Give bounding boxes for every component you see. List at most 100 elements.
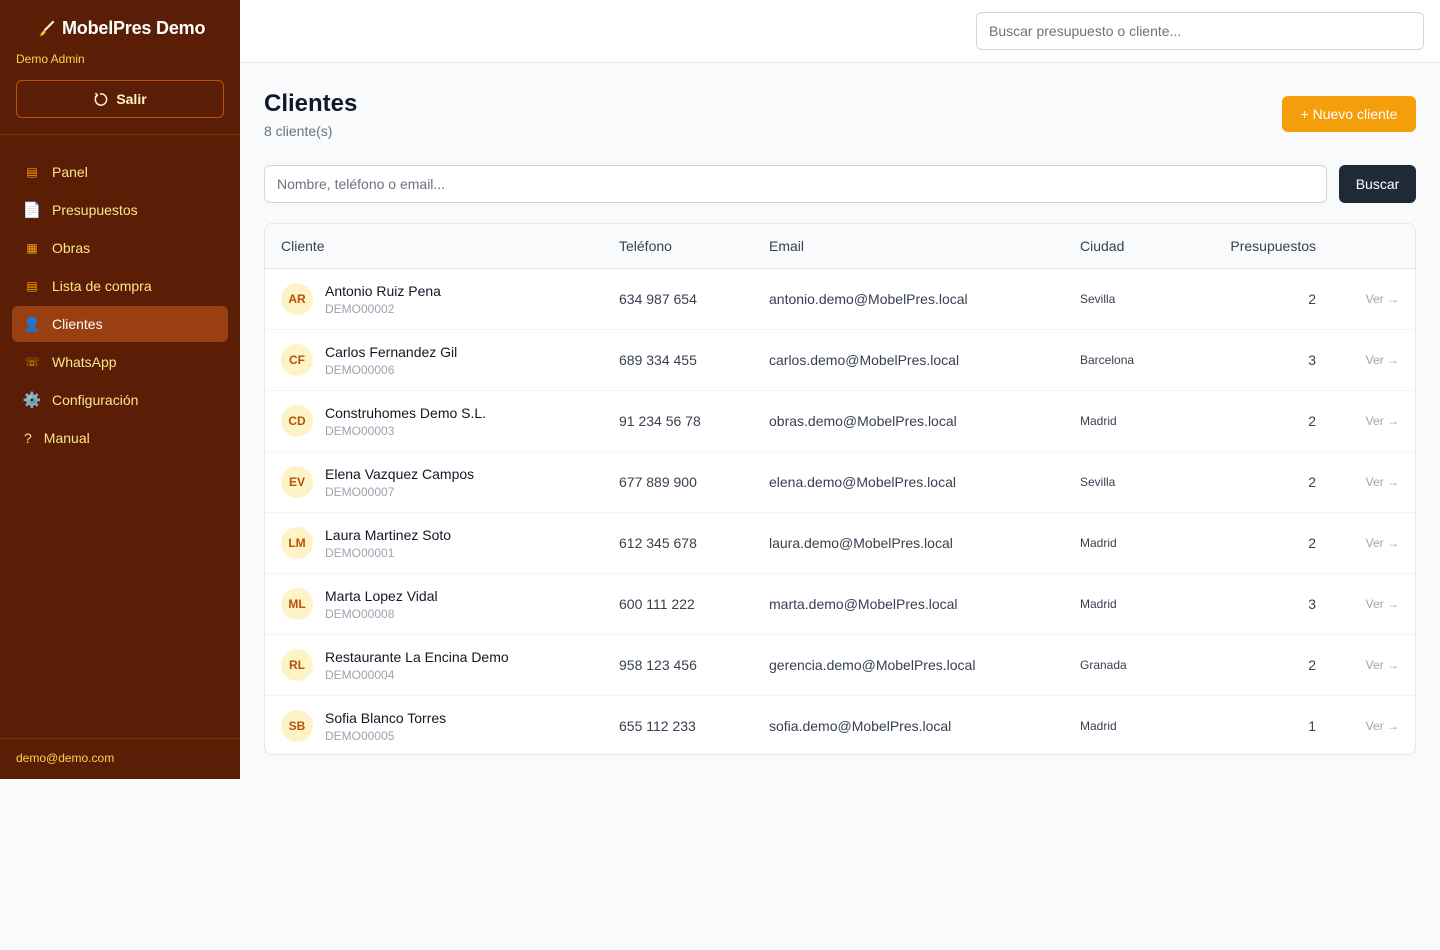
table-row[interactable]: AR Antonio Ruiz Pena DEMO00002 634 987 654 a… <box>265 269 1415 330</box>
brush-icon <box>40 20 55 36</box>
list-icon: ▤ <box>26 279 38 293</box>
client-email: obras.demo@MobelPres.local <box>769 413 957 429</box>
quote-count: 3 <box>1308 596 1316 612</box>
client-name[interactable]: Laura Martinez Soto <box>325 527 451 543</box>
client-phone: 600 111 222 <box>619 596 695 612</box>
view-client-link[interactable]: Ver → <box>1366 658 1399 672</box>
client-city: Madrid <box>1080 414 1117 428</box>
brand-name: MobelPres Demo <box>62 18 206 38</box>
view-client-link[interactable]: Ver → <box>1366 597 1399 611</box>
client-city: Madrid <box>1080 597 1117 611</box>
sidebar-item-manual[interactable]: ? Manual <box>12 420 228 456</box>
view-client-link[interactable]: Ver → <box>1366 719 1399 733</box>
table-row[interactable]: SB Sofia Blanco Torres DEMO00005 655 112 23… <box>265 696 1415 754</box>
client-search-input[interactable] <box>264 165 1327 203</box>
client-code: DEMO00002 <box>325 302 395 316</box>
client-code: DEMO00006 <box>325 363 395 377</box>
sidebar-item-label: Configuración <box>52 392 139 408</box>
clients-table: Cliente Teléfono Email Ciudad Presupuest… <box>264 223 1416 755</box>
sidebar-item-whatsapp[interactable]: ☏ WhatsApp <box>12 344 228 380</box>
view-client-link[interactable]: Ver → <box>1366 353 1399 367</box>
avatar: CF <box>281 344 313 376</box>
table-body: AR Antonio Ruiz Pena DEMO00002 634 987 654 a… <box>265 269 1415 754</box>
sidebar-item-clientes[interactable]: 👤 Clientes <box>12 306 228 342</box>
dashboard-icon: ▤ <box>26 165 38 179</box>
table-row[interactable]: CF Carlos Fernandez Gil DEMO00006 689 334 4… <box>265 330 1415 391</box>
table-row[interactable]: EV Elena Vazquez Campos DEMO00007 677 889 9… <box>265 452 1415 513</box>
client-email: laura.demo@MobelPres.local <box>769 535 953 551</box>
search-button[interactable]: Buscar <box>1339 165 1416 203</box>
client-email: sofia.demo@MobelPres.local <box>769 718 952 734</box>
grid-icon: ▦ <box>26 241 38 255</box>
sidebar-item-lista-compra[interactable]: ▤ Lista de compra <box>12 268 228 304</box>
global-search-input[interactable] <box>976 12 1424 50</box>
view-client-link[interactable]: Ver → <box>1366 475 1399 489</box>
client-code: DEMO00004 <box>325 668 395 682</box>
client-code: DEMO00001 <box>325 546 395 560</box>
table-row[interactable]: CD Construhomes Demo S.L. DEMO00003 91 234 … <box>265 391 1415 452</box>
phone-icon: ☏ <box>24 355 40 369</box>
new-client-button[interactable]: + Nuevo cliente <box>1282 96 1416 132</box>
client-count: 8 cliente(s) <box>264 123 333 139</box>
sidebar-nav: ▤ Panel 📄 Presupuestos ▦ Obras ▤ Lista d… <box>12 154 228 458</box>
client-city: Sevilla <box>1080 475 1116 489</box>
view-client-link[interactable]: Ver → <box>1366 292 1399 306</box>
quote-count: 1 <box>1308 718 1316 734</box>
sidebar-item-label: Obras <box>52 240 91 256</box>
avatar: CD <box>281 405 313 437</box>
logout-icon <box>94 92 108 106</box>
avatar: ML <box>281 588 313 620</box>
client-code: DEMO00003 <box>325 424 395 438</box>
column-header-city[interactable]: Ciudad <box>1080 238 1124 254</box>
logout-label: Salir <box>116 91 147 107</box>
sidebar-item-configuracion[interactable]: ⚙️ Configuración <box>12 382 228 418</box>
client-email: marta.demo@MobelPres.local <box>769 596 958 612</box>
sidebar-item-presupuestos[interactable]: 📄 Presupuestos <box>12 192 228 228</box>
sidebar-item-obras[interactable]: ▦ Obras <box>12 230 228 266</box>
client-phone: 634 987 654 <box>619 291 697 307</box>
client-phone: 677 889 900 <box>619 474 697 490</box>
client-name[interactable]: Construhomes Demo S.L. <box>325 405 486 421</box>
client-code: DEMO00007 <box>325 485 395 499</box>
quote-count: 2 <box>1308 413 1316 429</box>
view-client-link[interactable]: Ver → <box>1366 414 1399 428</box>
client-phone: 958 123 456 <box>619 657 697 673</box>
table-row[interactable]: RL Restaurante La Encina Demo DEMO00004 958… <box>265 635 1415 696</box>
quote-count: 2 <box>1308 474 1316 490</box>
avatar: LM <box>281 527 313 559</box>
client-city: Granada <box>1080 658 1127 672</box>
sidebar-divider <box>0 738 240 739</box>
sidebar-item-label: Panel <box>52 164 88 180</box>
client-name[interactable]: Sofia Blanco Torres <box>325 710 446 726</box>
client-name[interactable]: Marta Lopez Vidal <box>325 588 438 604</box>
logout-button[interactable]: Salir <box>16 80 224 118</box>
client-phone: 91 234 56 78 <box>619 413 701 429</box>
topbar <box>240 0 1440 63</box>
client-name[interactable]: Restaurante La Encina Demo <box>325 649 509 665</box>
client-name[interactable]: Carlos Fernandez Gil <box>325 344 457 360</box>
column-header-client[interactable]: Cliente <box>281 238 325 254</box>
table-row[interactable]: ML Marta Lopez Vidal DEMO00008 600 111 222 m… <box>265 574 1415 635</box>
client-email: antonio.demo@MobelPres.local <box>769 291 968 307</box>
client-phone: 689 334 455 <box>619 352 697 368</box>
avatar: RL <box>281 649 313 681</box>
sidebar: MobelPres Demo Demo Admin Salir ▤ Panel … <box>0 0 240 779</box>
quote-count: 2 <box>1308 657 1316 673</box>
user-name: Demo Admin <box>16 52 85 66</box>
avatar: EV <box>281 466 313 498</box>
client-city: Sevilla <box>1080 292 1116 306</box>
column-header-quotes[interactable]: Presupuestos <box>1230 238 1316 254</box>
help-icon: ? <box>24 430 32 446</box>
client-name[interactable]: Antonio Ruiz Pena <box>325 283 441 299</box>
column-header-email[interactable]: Email <box>769 238 804 254</box>
client-name[interactable]: Elena Vazquez Campos <box>325 466 474 482</box>
sidebar-item-label: Presupuestos <box>52 202 138 218</box>
sidebar-item-panel[interactable]: ▤ Panel <box>12 154 228 190</box>
client-phone: 655 112 233 <box>619 718 696 734</box>
brand[interactable]: MobelPres Demo <box>38 18 205 39</box>
table-row[interactable]: LM Laura Martinez Soto DEMO00001 612 345 67… <box>265 513 1415 574</box>
view-client-link[interactable]: Ver → <box>1366 536 1399 550</box>
table-header: Cliente Teléfono Email Ciudad Presupuest… <box>265 224 1415 269</box>
sidebar-item-label: Manual <box>43 430 90 446</box>
column-header-phone[interactable]: Teléfono <box>619 238 672 254</box>
